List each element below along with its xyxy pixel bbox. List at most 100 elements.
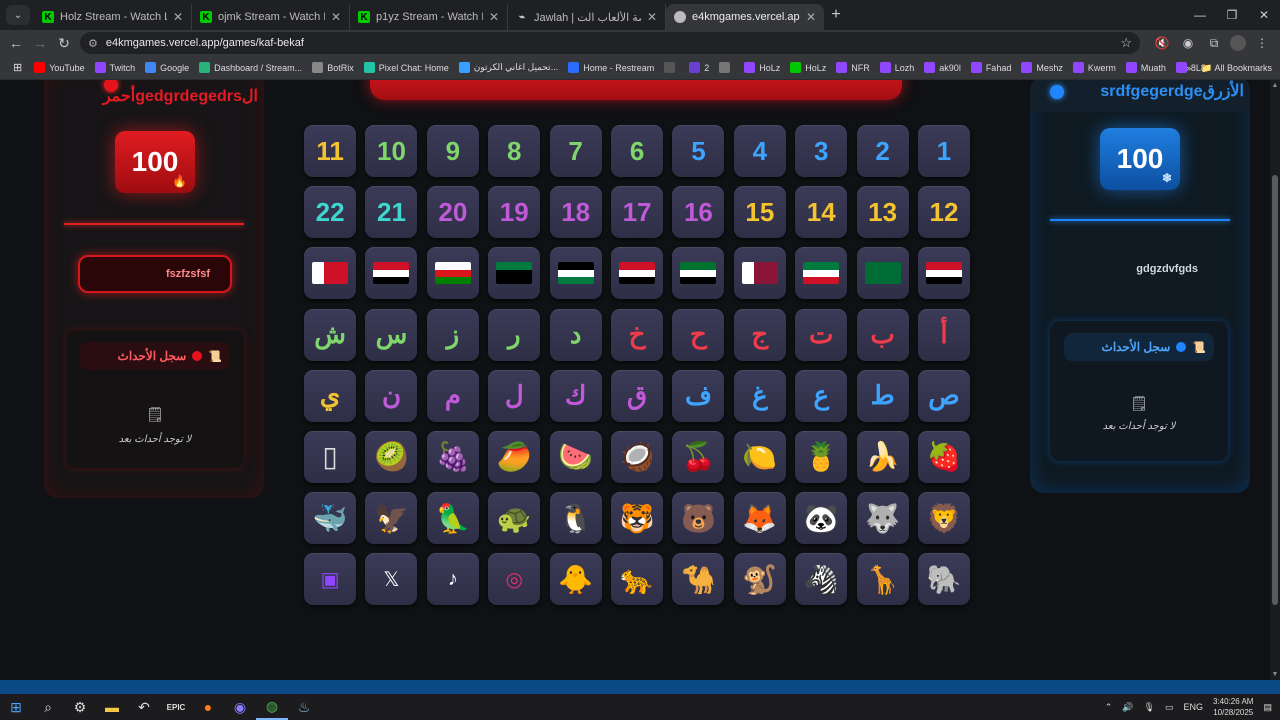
file-explorer-icon[interactable]: ▬ (96, 694, 128, 720)
grid-cell[interactable]: 12 (918, 186, 970, 239)
flag-oman-cell[interactable] (426, 247, 479, 300)
emoji-cell[interactable]: 🍒 (672, 430, 725, 483)
apps-grid-icon[interactable]: ⊞ (8, 58, 27, 78)
flag-saudi-arabia-cell[interactable] (856, 247, 909, 300)
close-tab-icon[interactable]: ✕ (647, 10, 657, 24)
emoji-cell[interactable]: 🦜 (426, 492, 479, 545)
grid-cell[interactable]: 7 (549, 125, 602, 177)
emoji-cell[interactable]: ♪ (426, 553, 479, 606)
bookmark-item[interactable]: Meshz (1016, 58, 1068, 78)
bookmark-item[interactable]: Muath (1121, 58, 1171, 78)
browser-tab[interactable]: e4kmgames.vercel.app/games/ ✕ (666, 4, 824, 30)
emoji-cell[interactable]: 🐧 (549, 492, 602, 545)
grid-cell[interactable]: د (549, 308, 602, 361)
close-window-button[interactable]: ✕ (1248, 0, 1280, 30)
bookmark-star-icon[interactable]: ☆ (1120, 35, 1132, 51)
close-tab-icon[interactable]: ✕ (173, 10, 183, 24)
emoji-cell[interactable]: 🐯 (611, 492, 664, 545)
gear-app-icon[interactable]: ⚙ (64, 694, 96, 720)
grid-cell[interactable]: 20 (426, 186, 479, 239)
speaker-icon[interactable]: 🔊 (1122, 702, 1133, 713)
scroll-down-icon[interactable]: ▼ (1270, 671, 1280, 678)
grid-cell[interactable]: 18 (549, 186, 602, 239)
grid-cell[interactable]: 3 (795, 125, 848, 177)
grid-cell[interactable]: ب (856, 308, 909, 361)
reload-button[interactable]: ↻ (52, 31, 76, 55)
emoji-cell[interactable]: 🦁 (918, 492, 970, 545)
flag-palestine-cell[interactable] (549, 247, 602, 300)
forward-button[interactable]: → (28, 31, 52, 55)
firefox-icon[interactable]: ● (192, 694, 224, 720)
grid-cell[interactable]: ف (672, 369, 725, 422)
grid-cell[interactable]: ج (733, 308, 786, 361)
language-indicator[interactable]: ENG (1183, 702, 1203, 712)
bookmark-item[interactable]: HoLz (785, 58, 831, 78)
emoji-cell[interactable]: 🐪 (672, 553, 725, 606)
grid-cell[interactable]: ح (672, 308, 725, 361)
close-tab-icon[interactable]: ✕ (331, 10, 341, 24)
grid-cell[interactable]: ن (365, 369, 418, 422)
grid-cell[interactable]: س (365, 308, 418, 361)
flag-kuwait-cell[interactable] (795, 247, 848, 300)
grid-cell[interactable]: 13 (856, 186, 909, 239)
grid-cell[interactable]: أ (918, 308, 970, 361)
tray-overflow-icon[interactable]: ⌃ (1105, 702, 1113, 713)
emoji-cell[interactable]: 🦊 (733, 492, 786, 545)
emoji-cell[interactable]: 🐳 (304, 492, 357, 545)
mute-tab-icon[interactable]: 🔇 (1152, 36, 1172, 50)
emoji-cell[interactable]: 🐘 (918, 553, 970, 606)
browser-tab[interactable]: Kojmk Stream - Watch Live on Ki ✕ (192, 4, 350, 30)
grid-cell[interactable]: 21 (365, 186, 418, 239)
emoji-cell[interactable]: 🐻 (672, 492, 725, 545)
grid-cell[interactable]: 1 (918, 125, 970, 177)
grid-cell[interactable]: 10 (365, 125, 418, 177)
flag-yemen-cell[interactable] (918, 247, 970, 300)
chrome-icon[interactable]: ◍ (256, 694, 288, 720)
emoji-cell[interactable]: ▯ (304, 430, 357, 483)
grid-cell[interactable]: خ (611, 308, 664, 361)
grid-cell[interactable]: غ (733, 369, 786, 422)
flag-egypt-cell[interactable] (611, 247, 664, 300)
emoji-cell[interactable]: 🍍 (795, 430, 848, 483)
grid-cell[interactable]: 22 (304, 186, 357, 239)
grid-cell[interactable]: 9 (426, 125, 479, 177)
bookmark-item[interactable]: Kwerm (1068, 58, 1121, 78)
grid-cell[interactable]: ت (795, 308, 848, 361)
bookmark-item[interactable]: YouTube (29, 58, 89, 78)
bookmark-item[interactable]: 2 (684, 58, 714, 78)
flag-bahrain-cell[interactable] (304, 247, 357, 300)
grid-cell[interactable]: 8 (488, 125, 541, 177)
grid-cell[interactable]: ط (856, 369, 909, 422)
bookmark-item[interactable]: Lozh (875, 58, 920, 78)
grid-cell[interactable]: 15 (733, 186, 786, 239)
site-info-icon[interactable]: ⚙ (88, 37, 98, 50)
scrollbar-thumb[interactable] (1272, 175, 1278, 605)
emoji-cell[interactable]: 🦒 (856, 553, 909, 606)
windows-start-icon[interactable]: ⊞ (0, 694, 32, 720)
emoji-cell[interactable]: 🥭 (488, 430, 541, 483)
emoji-cell[interactable]: 🍋 (733, 430, 786, 483)
bookmark-item[interactable]: BotRix (307, 58, 359, 78)
all-bookmarks-button[interactable]: 📁 All Bookmarks (1201, 63, 1272, 74)
emoji-cell[interactable]: 🍉 (549, 430, 602, 483)
extension-icon[interactable]: ◉ (1178, 36, 1198, 50)
red-player-chip[interactable]: fszfzsfsf (78, 255, 232, 293)
grid-cell[interactable]: ش (304, 308, 357, 361)
bookmark-item[interactable]: ak90l (919, 58, 966, 78)
obs-icon[interactable]: ◉ (224, 694, 256, 720)
browser-tab[interactable]: ⌁ Jawlah | جولة - منصة الألعاب الت ✕ (508, 4, 666, 30)
emoji-cell[interactable]: ◎ (488, 553, 541, 606)
new-tab-button[interactable]: + (824, 6, 848, 24)
minimize-button[interactable]: — (1184, 0, 1216, 30)
grid-cell[interactable]: 11 (304, 125, 357, 177)
grid-cell[interactable]: ل (488, 369, 541, 422)
extensions-puzzle-icon[interactable]: ⧉ (1204, 36, 1224, 51)
grid-cell[interactable]: ي (304, 369, 357, 422)
clock[interactable]: 3:40:26 AM 10/28/2025 (1213, 696, 1253, 718)
bookmark-item[interactable]: Fahad (966, 58, 1017, 78)
blue-player-chip[interactable]: gdgzdvfgds (1064, 252, 1218, 286)
flag-syria-cell[interactable] (488, 247, 541, 300)
grid-cell[interactable]: 6 (611, 125, 664, 177)
emoji-cell[interactable]: 🍓 (918, 430, 970, 483)
profile-avatar[interactable] (1230, 35, 1246, 51)
